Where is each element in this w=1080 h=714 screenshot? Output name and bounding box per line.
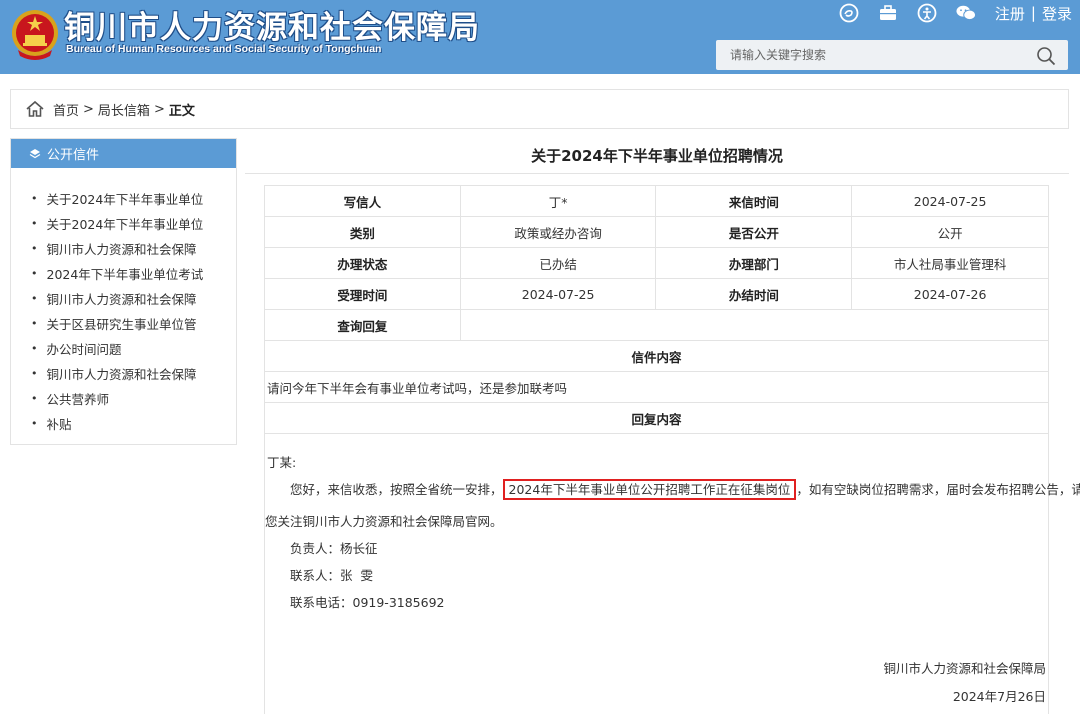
label-category: 类别 (264, 216, 461, 248)
reply-person: 负责人：杨长征 (290, 541, 378, 556)
letter-info-table: 写信人 丁* 来信时间 2024-07-25 类别 政策或经办咨询 是否公开 公… (264, 185, 1050, 434)
table-row: 查询回复 (264, 309, 1050, 341)
login-link[interactable]: 登录 (1042, 3, 1072, 24)
divider: | (1030, 4, 1036, 22)
reply-paragraph-line2: 您关注铜川市人力资源和社会保障局官网。 (265, 514, 503, 529)
breadcrumb: 首页 > 局长信箱 > 正文 (10, 89, 1069, 129)
table-row: 办理状态 已办结 办理部门 市人社局事业管理科 (264, 247, 1049, 279)
search-icon[interactable] (1036, 46, 1056, 66)
sidebar-item[interactable]: 2024年下半年事业单位考试 (11, 261, 236, 286)
sidebar-item[interactable]: 铜川市人力资源和社会保障 (11, 286, 236, 311)
reply-text: ，如有空缺岗位招聘需求，届时会发布招聘公告，请 (796, 482, 1080, 497)
value-status: 已办结 (459, 247, 657, 279)
value-accept-time: 2024-07-25 (459, 278, 657, 310)
weibo-icon[interactable] (839, 3, 859, 23)
top-toolbar: 注册 | 登录 (839, 2, 1072, 24)
label-public: 是否公开 (655, 216, 853, 248)
reply-date: 2024年7月26日 (952, 689, 1046, 704)
reply-text: 您好，来信收悉，按照全省统一安排， (290, 482, 503, 497)
layers-icon (29, 148, 41, 158)
site-subtitle: Bureau of Human Resources and Social Sec… (66, 43, 382, 55)
briefcase-icon[interactable] (878, 3, 898, 23)
wechat-icon[interactable] (956, 3, 976, 23)
home-icon[interactable] (25, 100, 45, 118)
article: 关于2024年下半年事业单位招聘情况 写信人 丁* 来信时间 2024-07-2… (245, 138, 1080, 714)
breadcrumb-sep: > (83, 101, 94, 117)
breadcrumb-home[interactable]: 首页 (53, 100, 79, 119)
letter-content: 请问今年下半年会有事业单位考试吗，还是参加联考吗 (264, 371, 1049, 403)
table-row: 类别 政策或经办咨询 是否公开 公开 (264, 216, 1049, 248)
label-department: 办理部门 (655, 247, 853, 279)
reply-phone: 联系电话：0919-3185692 (290, 595, 445, 610)
table-row: 写信人 丁* 来信时间 2024-07-25 (264, 185, 1049, 217)
reply-content: 丁某: 您好，来信收悉，按照全省统一安排， 2024年下半年事业单位公开招聘工作正… (264, 432, 1080, 714)
table-row: 信件内容 (264, 340, 1049, 372)
sidebar-item[interactable]: 铜川市人力资源和社会保障 (11, 361, 236, 386)
label-writer: 写信人 (264, 185, 461, 217)
reply-content-heading: 回复内容 (264, 402, 1049, 434)
sidebar: 公开信件 关于2024年下半年事业单位 关于2024年下半年事业单位 铜川市人力… (10, 138, 237, 445)
label-finish-time: 办结时间 (655, 278, 853, 310)
sidebar-item[interactable]: 关于2024年下半年事业单位 (11, 211, 236, 236)
value-public: 公开 (851, 216, 1049, 248)
sidebar-item[interactable]: 铜川市人力资源和社会保障 (11, 236, 236, 261)
sidebar-heading: 公开信件 (11, 139, 236, 168)
reply-salutation: 丁某: (267, 455, 297, 470)
sidebar-list: 关于2024年下半年事业单位 关于2024年下半年事业单位 铜川市人力资源和社会… (11, 168, 236, 436)
value-category: 政策或经办咨询 (459, 216, 657, 248)
reply-org: 铜川市人力资源和社会保障局 (883, 661, 1046, 676)
table-row: 受理时间 2024-07-25 办结时间 2024-07-26 (264, 278, 1049, 310)
highlighted-text: 2024年下半年事业单位公开招聘工作正在征集岗位 (502, 479, 797, 500)
label-query-reply: 查询回复 (264, 309, 461, 341)
reply-contact: 联系人：张 雯 (290, 568, 373, 583)
article-title: 关于2024年下半年事业单位招聘情况 (245, 138, 1069, 174)
value-writer: 丁* (459, 185, 657, 217)
sidebar-item[interactable]: 办公时间问题 (11, 336, 236, 361)
letter-content-heading: 信件内容 (264, 340, 1049, 372)
breadcrumb-section[interactable]: 局长信箱 (98, 100, 150, 119)
value-finish-time: 2024-07-26 (851, 278, 1049, 310)
reply-paragraph-line1: 您好，来信收悉，按照全省统一安排， 2024年下半年事业单位公开招聘工作正在征集岗… (290, 479, 1080, 500)
site-header: 铜川市人力资源和社会保障局 Bureau of Human Resources … (0, 0, 1080, 74)
national-emblem-icon (12, 10, 58, 60)
breadcrumb-sep: > (153, 101, 165, 117)
value-department: 市人社局事业管理科 (851, 247, 1049, 279)
sidebar-heading-label: 公开信件 (47, 148, 100, 163)
sidebar-item[interactable]: 关于区县研究生事业单位管 (11, 311, 236, 336)
label-status: 办理状态 (264, 247, 461, 279)
table-row: 回复内容 (264, 402, 1049, 434)
sidebar-item[interactable]: 关于2024年下半年事业单位 (11, 186, 236, 211)
table-row: 请问今年下半年会有事业单位考试吗，还是参加联考吗 (264, 371, 1049, 403)
accessibility-icon[interactable] (917, 3, 937, 23)
sidebar-item[interactable]: 补贴 (11, 411, 236, 436)
value-query-reply (459, 309, 1050, 341)
register-link[interactable]: 注册 (995, 3, 1025, 24)
search-box (716, 40, 1068, 70)
label-accept-time: 受理时间 (264, 278, 461, 310)
value-letter-time: 2024-07-25 (851, 185, 1049, 217)
label-letter-time: 来信时间 (655, 185, 853, 217)
breadcrumb-current: 正文 (168, 103, 195, 119)
search-input[interactable] (716, 40, 1026, 70)
sidebar-item[interactable]: 公共营养师 (11, 386, 236, 411)
site-title: 铜川市人力资源和社会保障局 (64, 10, 480, 46)
